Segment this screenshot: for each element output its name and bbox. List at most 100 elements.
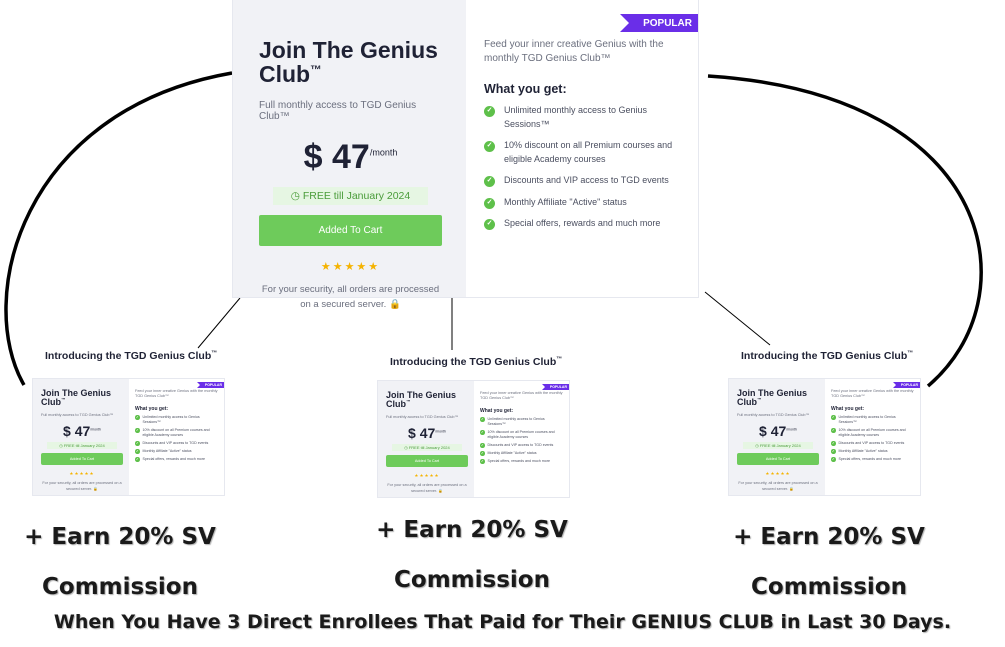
card-title: Join The Genius Club™ <box>737 388 819 408</box>
feature-item: ✓ Discounts and VIP access to TGD events <box>484 174 680 188</box>
lock-icon: 🔒 <box>789 486 794 491</box>
price: $ 47/month <box>41 423 123 439</box>
security-text: For your security, all orders are proces… <box>387 482 467 493</box>
right-connector <box>704 291 771 346</box>
title-line-2: Club <box>41 397 61 408</box>
feature-text: Discounts and VIP access to TGD events <box>504 175 669 185</box>
card-left-panel: Join The Genius Club™ Full monthly acces… <box>729 379 825 495</box>
free-note-text: FREE till January 2024 <box>408 444 450 450</box>
earn-line-2: Commission <box>751 574 907 600</box>
free-note-text: FREE till January 2024 <box>63 442 105 448</box>
added-to-cart-button[interactable]: Added To Cart <box>386 454 468 467</box>
price-amount: $ 47 <box>759 422 787 439</box>
check-icon: ✓ <box>831 415 836 420</box>
feed-text: Feed your inner creative Genius with the… <box>831 389 914 399</box>
feature-text: Monthly Affiliate "Active" status <box>838 448 888 453</box>
check-icon: ✓ <box>484 106 495 117</box>
price-suffix: /month <box>786 427 797 432</box>
badge-notch <box>892 382 896 388</box>
popular-badge: POPULAR <box>892 382 920 388</box>
check-icon: ✓ <box>480 451 485 456</box>
feature-text: Monthly Affiliate "Active" status <box>142 448 192 453</box>
price-amount: $ 47 <box>63 422 91 439</box>
security-text: For your security, all orders are proces… <box>42 480 122 491</box>
feature-item: ✓ Unlimited monthly access to Genius Sess… <box>480 417 563 427</box>
price: $ 47/month <box>386 425 468 441</box>
card-left-panel: Join The Genius Club™ Full monthly acces… <box>378 381 474 497</box>
check-icon: ✓ <box>484 141 495 152</box>
intro-heading: Introducing the TGD Genius Club™ <box>741 350 913 362</box>
free-note: ◷ FREE till January 2024 <box>743 441 813 449</box>
check-icon: ✓ <box>484 219 495 230</box>
genius-club-card: Join The Genius Club™ Full monthly acces… <box>233 0 698 310</box>
trademark: ™ <box>211 350 218 357</box>
added-to-cart-button[interactable]: Added To Cart <box>737 452 819 465</box>
badge-label: POPULAR <box>643 17 692 29</box>
card-title: Join The Genius Club™ <box>259 38 442 86</box>
card-right-panel: POPULAR Feed your inner creative Genius … <box>474 381 569 497</box>
footer-condition: When You Have 3 Direct Enrollees That Pa… <box>53 611 952 633</box>
price-suffix: /month <box>90 427 101 432</box>
security-note: For your security, all orders are proces… <box>259 283 442 312</box>
card-subtitle: Full monthly access to TGD Genius Club™ <box>737 412 810 417</box>
card-title: Join The Genius Club™ <box>41 388 123 408</box>
right-arc <box>707 74 983 388</box>
feature-list: ✓ Unlimited monthly access to Genius Sess… <box>480 417 563 464</box>
price: $ 47/month <box>737 423 819 439</box>
star-rating: ★★★★★ <box>320 261 381 274</box>
feature-item: ✓ Monthly Affiliate "Active" status <box>480 451 563 456</box>
security-text: For your security, all orders are proces… <box>738 480 818 491</box>
check-icon: ✓ <box>480 417 485 422</box>
feature-item: ✓ 10% discount on all Premium courses and… <box>135 428 218 438</box>
price: $ 47/month <box>259 138 442 177</box>
feature-item: ✓ Special offers, rewards and much more <box>484 217 680 231</box>
check-icon: ✓ <box>480 443 485 448</box>
earn-commission-label: + Earn 20% SV Commission <box>714 512 944 612</box>
trademark: ™ <box>406 399 411 405</box>
clock-icon: ◷ <box>755 442 759 448</box>
feature-item: ✓ Special offers, rewards and much more <box>135 457 218 462</box>
feature-item: ✓ Monthly Affiliate "Active" status <box>831 449 914 454</box>
free-note: ◷ FREE till January 2024 <box>47 441 117 449</box>
feature-item: ✓ Monthly Affiliate "Active" status <box>135 449 218 454</box>
check-icon: ✓ <box>484 197 495 209</box>
price-suffix: /month <box>435 429 446 434</box>
feature-list: ✓ Unlimited monthly access to Genius Sess… <box>135 415 218 462</box>
card-subtitle: Full monthly access to TGD Genius Club™ <box>259 100 417 123</box>
check-icon: ✓ <box>135 457 140 462</box>
price-amount: $ 47 <box>408 424 436 441</box>
added-to-cart-button[interactable]: Added To Cart <box>259 215 442 247</box>
what-you-get-heading: What you get: <box>831 405 865 412</box>
feature-list: ✓ Unlimited monthly access to Genius Sess… <box>484 104 680 231</box>
trademark: ™ <box>556 356 563 363</box>
card-left-panel: Join The Genius Club™ Full monthly acces… <box>233 0 466 310</box>
star-rating: ★★★★★ <box>69 470 95 476</box>
genius-club-card-small: Join The Genius Club™ Full monthly acces… <box>33 379 224 495</box>
card-right-panel: POPULAR Feed your inner creative Genius … <box>129 379 224 495</box>
genius-club-card-small: Join The Genius Club™ Full monthly acces… <box>378 381 569 497</box>
check-icon: ✓ <box>135 449 140 454</box>
intro-heading: Introducing the TGD Genius Club™ <box>390 356 562 368</box>
price-suffix: /month <box>369 147 398 158</box>
feature-item: ✓ 10% discount on all Premium courses and… <box>480 430 563 440</box>
feature-item: ✓ Discounts and VIP access to TGD events <box>135 441 218 446</box>
clock-icon: ◷ <box>404 444 408 450</box>
trademark: ™ <box>757 397 762 403</box>
check-icon: ✓ <box>831 428 836 433</box>
feature-item: ✓ Discounts and VIP access to TGD events <box>480 443 563 448</box>
badge-label: POPULAR <box>900 383 918 387</box>
added-to-cart-button[interactable]: Added To Cart <box>41 452 123 465</box>
earn-line-1: + Earn 20% SV <box>733 524 925 550</box>
feature-text: 10% discount on all Premium courses and … <box>487 429 555 439</box>
card-right-panel: POPULAR Feed your inner creative Genius … <box>825 379 920 495</box>
check-icon: ✓ <box>480 459 485 464</box>
feature-item: ✓ Unlimited monthly access to Genius Sess… <box>135 415 218 425</box>
feature-text: Monthly Affiliate "Active" status <box>487 450 537 455</box>
feature-text: Unlimited monthly access to Genius Sessi… <box>504 105 648 129</box>
feature-text: Unlimited monthly access to Genius Sessi… <box>487 416 545 426</box>
intro-text: Introducing the TGD Genius Club <box>45 350 212 362</box>
feature-item: ✓ Special offers, rewards and much more <box>480 459 563 464</box>
earn-line-2: Commission <box>42 574 198 600</box>
feature-list: ✓ Unlimited monthly access to Genius Sess… <box>831 415 914 462</box>
feature-text: Discounts and VIP access to TGD events <box>838 440 905 445</box>
